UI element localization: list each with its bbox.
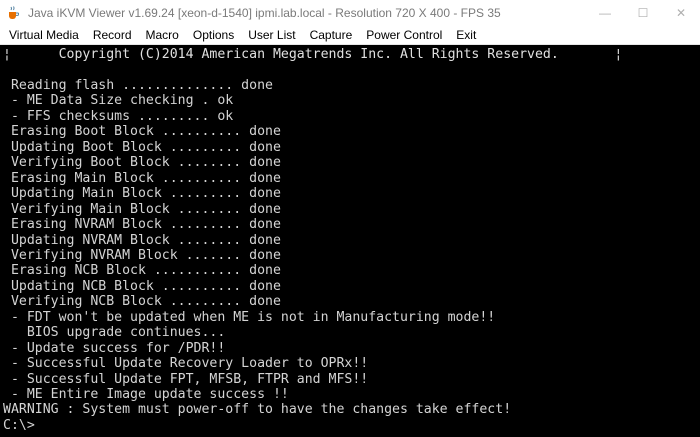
console-line: Updating Main Block ......... done: [3, 186, 281, 202]
console-line: Erasing NVRAM Block ......... done: [3, 217, 281, 233]
menu-exit[interactable]: Exit: [449, 26, 483, 45]
console-line: Verifying Boot Block ........ done: [3, 155, 281, 171]
close-button[interactable]: ✕: [662, 0, 700, 26]
console-line: - FFS checksums ......... ok: [3, 108, 234, 124]
console-line: - Successful Update FPT, MFSB, FTPR and …: [3, 371, 369, 387]
menu-options[interactable]: Options: [186, 26, 241, 45]
console-line: Updating NVRAM Block ........ done: [3, 232, 281, 248]
console-line: Reading flash .............. done: [3, 78, 273, 93]
console-line: Verifying Main Block ........ done: [3, 201, 281, 217]
menu-capture[interactable]: Capture: [303, 26, 360, 45]
command-prompt: C:\>: [3, 417, 35, 433]
console-line: Updating Boot Block ......... done: [3, 139, 281, 155]
console-line: Verifying NCB Block ......... done: [3, 294, 281, 310]
menu-power-control[interactable]: Power Control: [359, 26, 449, 45]
menu-macro[interactable]: Macro: [139, 26, 186, 45]
menu-user-list[interactable]: User List: [241, 26, 302, 45]
window-controls: — ☐ ✕: [586, 0, 700, 26]
console-line: Erasing Main Block .......... done: [3, 170, 281, 186]
console-line: BIOS upgrade continues...: [3, 325, 226, 341]
menu-virtual-media[interactable]: Virtual Media: [0, 26, 86, 45]
minimize-button[interactable]: —: [586, 0, 624, 26]
console-line: Erasing NCB Block ........... done: [3, 263, 281, 279]
copyright-banner: ¦ Copyright (C)2014 American Megatrends …: [3, 47, 623, 62]
console-line: - FDT won't be updated when ME is not in…: [3, 309, 496, 325]
console-bottom-edge: [0, 433, 700, 437]
maximize-icon: ☐: [637, 6, 649, 20]
console-line: - Successful Update Recovery Loader to O…: [3, 356, 369, 372]
menu-bar: Virtual Media Record Macro Options User …: [0, 26, 700, 45]
minimize-icon: —: [599, 6, 611, 20]
menu-record[interactable]: Record: [86, 26, 139, 45]
maximize-button[interactable]: ☐: [624, 0, 662, 26]
console-line: Updating NCB Block .......... done: [3, 278, 281, 294]
console-line: WARNING : System must power-off to have …: [3, 402, 512, 418]
console-line: - Update success for /PDR!!: [3, 340, 226, 356]
close-icon: ✕: [675, 6, 687, 20]
java-cup-icon: [6, 6, 20, 20]
console-line: Verifying NVRAM Block ....... done: [3, 247, 281, 263]
remote-console-screen[interactable]: ¦ Copyright (C)2014 American Megatrends …: [0, 45, 700, 437]
console-line: - ME Entire Image update success !!: [3, 387, 289, 402]
console-line: Erasing Boot Block .......... done: [3, 124, 281, 140]
window-title: Java iKVM Viewer v1.69.24 [xeon-d-1540] …: [28, 6, 501, 20]
console-line: - ME Data Size checking . ok: [3, 93, 234, 109]
window-title-bar[interactable]: Java iKVM Viewer v1.69.24 [xeon-d-1540] …: [0, 0, 700, 26]
